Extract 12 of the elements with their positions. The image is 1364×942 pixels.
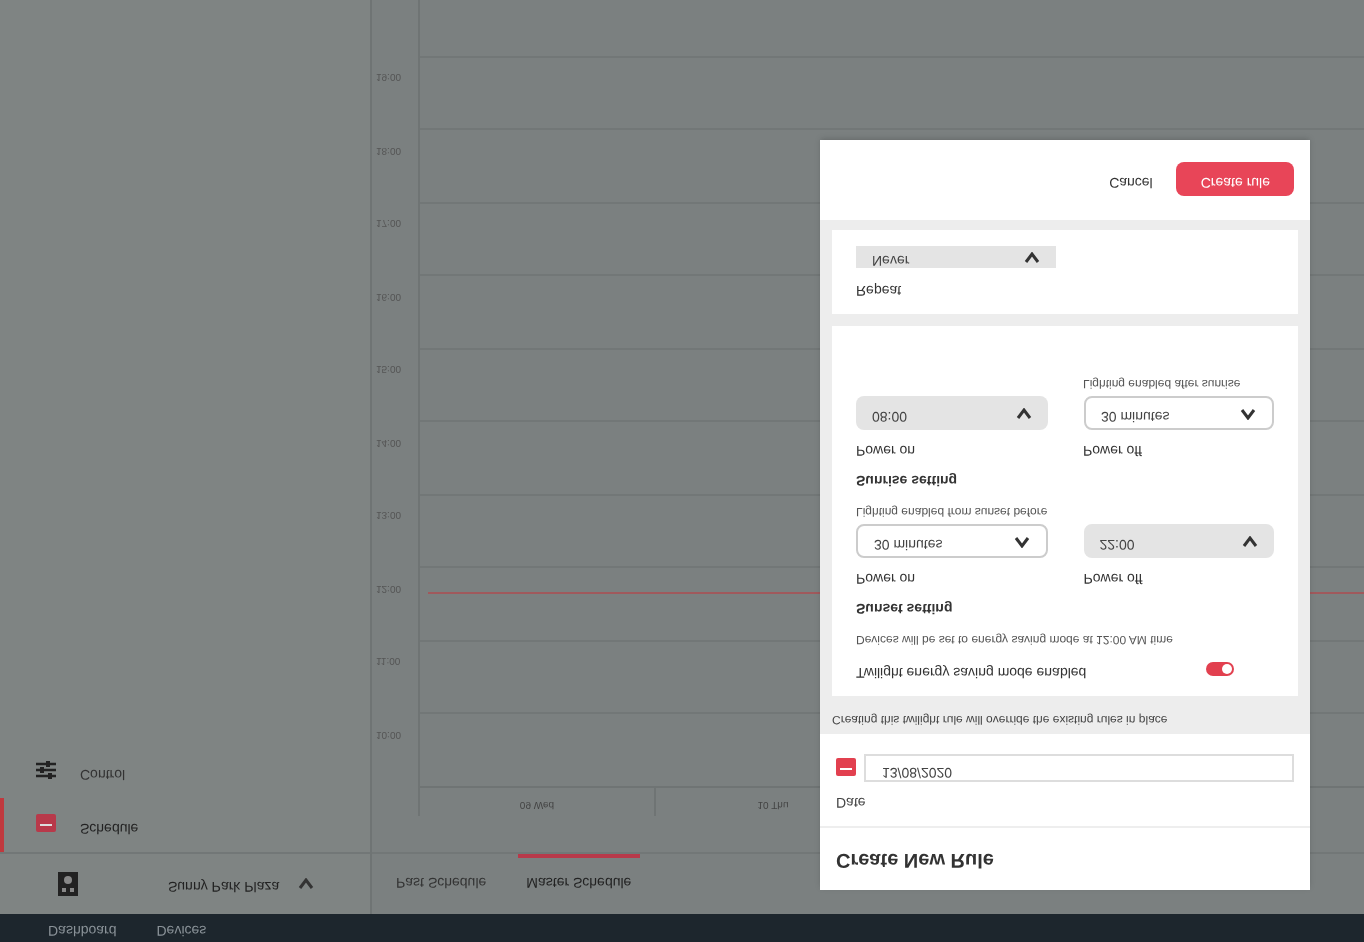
calendar-icon bbox=[36, 815, 56, 835]
sliders-icon bbox=[36, 761, 56, 781]
calendar-icon bbox=[836, 759, 856, 779]
caret-icon bbox=[1015, 408, 1031, 420]
caret-icon bbox=[1240, 408, 1256, 420]
toggle-switch[interactable] bbox=[1206, 662, 1234, 677]
caret-icon bbox=[298, 878, 314, 890]
caret-icon bbox=[1013, 536, 1030, 548]
caret-icon bbox=[1024, 251, 1040, 264]
dialog-title: Create New Rule bbox=[836, 846, 994, 874]
building-icon bbox=[56, 870, 80, 898]
caret-icon bbox=[1242, 536, 1258, 548]
